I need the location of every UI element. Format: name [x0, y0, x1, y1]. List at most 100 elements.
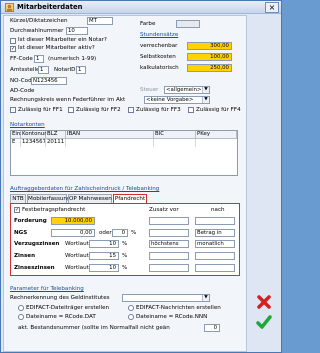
- ngs-zusatz-input[interactable]: [149, 229, 189, 237]
- kuerzel-input[interactable]: MT: [87, 17, 113, 25]
- window: Mitarbeiterdaten × Kürzel/Diktatzeichen …: [0, 0, 282, 353]
- col-header[interactable]: Kontonumm: [21, 131, 55, 139]
- zusatz-vor-input[interactable]: [149, 217, 189, 225]
- percent-label: %: [122, 241, 128, 247]
- forderung-label: Forderung: [14, 218, 47, 224]
- nach-label: nach: [211, 207, 225, 213]
- chevron-down-icon: ▼: [202, 87, 209, 93]
- oder-input[interactable]: 0: [112, 229, 128, 237]
- col-header[interactable]: BLZ: [46, 131, 66, 139]
- monatlich-input[interactable]: monatlich: [195, 240, 235, 248]
- zinsen-zusatz-input[interactable]: [149, 252, 189, 260]
- ffcode-label: FF-Code: [10, 56, 33, 62]
- pfand-check-label: Festbetragspfandrecht: [22, 207, 86, 213]
- aktiv-checkbox[interactable]: ✓: [10, 46, 16, 52]
- wortlaut-label: Wortlaut: [65, 241, 89, 247]
- bestand-label: akt. Bestandsnummer (sollte im Normalfal…: [18, 325, 170, 331]
- dateiname-nnn-radio[interactable]: [128, 314, 134, 320]
- edifact-erstellen-radio[interactable]: [18, 305, 24, 311]
- table-cell[interactable]: [154, 139, 196, 147]
- close-button[interactable]: ×: [265, 2, 279, 13]
- selbstkosten-input[interactable]: 100,00: [187, 53, 232, 61]
- betrag-in-input[interactable]: Betrag in: [195, 229, 235, 237]
- tab-mobilerfassung[interactable]: Mobilerfassung: [27, 194, 71, 203]
- nach-input[interactable]: [195, 217, 235, 225]
- table-cell[interactable]: 20111: [46, 139, 66, 147]
- verzugszinsen-label: Verzugszinsen: [14, 241, 60, 247]
- ffcode-input[interactable]: 1: [34, 55, 44, 63]
- zinseszinsen-label: Zinseszinsen: [14, 265, 55, 271]
- tab-ntb[interactable]: NTB: [10, 194, 26, 203]
- steuer-select[interactable]: <allgemein> ▼: [164, 86, 210, 94]
- ff4-checkbox[interactable]: [188, 107, 194, 113]
- forderung-input[interactable]: 10.000,00: [51, 217, 95, 225]
- ngs-input[interactable]: 0,00: [51, 229, 95, 237]
- wortlaut-label: Wortlaut: [65, 265, 89, 271]
- verrechenbar-label: verrechenbar: [140, 43, 178, 49]
- notarkonten-table[interactable]: Einz Kontonumm BLZ IBAN BIC PKey E 12345…: [10, 130, 238, 176]
- edifact-nachrichten-radio[interactable]: [128, 305, 134, 311]
- col-header[interactable]: PKey: [196, 131, 237, 139]
- ff2-checkbox[interactable]: [68, 107, 74, 113]
- kalkulatorisch-input[interactable]: 250,00: [187, 64, 232, 72]
- table-cell[interactable]: 1234567891: [21, 139, 46, 147]
- ff2-label: Zulässig für FF2: [76, 107, 121, 113]
- zinseszinsen-nach-input[interactable]: [195, 264, 235, 272]
- table-cell[interactable]: [196, 139, 237, 147]
- verzugszinsen-input[interactable]: 10: [89, 240, 119, 248]
- ok-checkmark-icon[interactable]: [256, 314, 272, 330]
- edifact-nachrichten-label: EDIFACT-Nachrichten erstellen: [136, 305, 221, 311]
- notarid-input[interactable]: 1: [76, 66, 86, 74]
- durchwahl-input[interactable]: 10: [66, 27, 88, 35]
- dateiname-dat-label: Dateiname = RCode.DAT: [26, 314, 96, 320]
- col-header[interactable]: Einz: [11, 131, 23, 139]
- selbstkosten-label: Selbstkosten: [140, 54, 176, 60]
- zinseszinsen-input[interactable]: 10: [89, 264, 119, 272]
- col-header[interactable]: IBAN: [66, 131, 154, 139]
- hoechstens-input[interactable]: höchstens: [149, 240, 189, 248]
- oder-label: oder: [99, 230, 112, 236]
- kuerzel-label: Kürzel/Diktatzeichen: [10, 18, 68, 24]
- rechnungskreis-label: Rechnungskreis wenn Federführer im Akt: [10, 97, 126, 103]
- zinseszinsen-zusatz-input[interactable]: [149, 264, 189, 272]
- action-bar: [248, 15, 281, 352]
- pfand-checkbox[interactable]: ✓: [14, 207, 20, 213]
- col-header[interactable]: BIC: [154, 131, 196, 139]
- zinsen-label: Zinsen: [14, 253, 36, 259]
- nocode-input[interactable]: N123456: [31, 77, 67, 85]
- ff3-checkbox[interactable]: [128, 107, 134, 113]
- notar-check-label: Ist dieser Mitarbeiter ein Notar?: [18, 37, 107, 43]
- zusatz-label: Zusatz vor: [149, 207, 179, 213]
- bestand-input[interactable]: 0: [204, 324, 220, 332]
- durchwahl-label: Durchwahlnummer: [10, 28, 64, 34]
- zinsen-nach-input[interactable]: [195, 252, 235, 260]
- percent-label: %: [131, 230, 137, 236]
- ffcode-hint: (numerisch 1-99): [48, 56, 97, 62]
- chevron-down-icon: ▼: [202, 97, 209, 103]
- notar-checkbox[interactable]: [10, 38, 16, 44]
- dateiname-nnn-label: Dateiname = RCode.NNN: [136, 314, 208, 320]
- stundensaetze-label: Stundensätze: [140, 32, 179, 38]
- dateiname-dat-radio[interactable]: [18, 314, 24, 320]
- form-area: Kürzel/Diktatzeichen MT Durchwahlnummer …: [3, 15, 247, 352]
- tab-op-mahnwesen[interactable]: OP Mahnwesen: [68, 194, 112, 203]
- telebanking-section-label: Parameter für Telebanking: [10, 286, 84, 292]
- ngs-label: NGS: [14, 230, 28, 236]
- notarid-label: NotarID: [54, 67, 76, 73]
- app-icon: [5, 3, 14, 12]
- tab-pfandrecht[interactable]: Pfandrecht: [113, 194, 147, 203]
- farbe-input[interactable]: [176, 20, 200, 28]
- amtsstelle-input[interactable]: 1: [38, 66, 49, 74]
- rechnung-select[interactable]: ▼: [122, 294, 210, 302]
- auftrag-section-label: Auftraggeberdaten für Zahlscheindruck / …: [10, 186, 160, 192]
- verrechenbar-input[interactable]: 300,00: [187, 42, 232, 50]
- cancel-x-icon[interactable]: [256, 294, 272, 310]
- percent-label: %: [122, 265, 128, 271]
- ff3-label: Zulässig für FF3: [136, 107, 181, 113]
- table-cell[interactable]: E: [11, 139, 21, 147]
- table-cell[interactable]: [66, 139, 154, 147]
- rechnungskreis-select[interactable]: <keine Vorgabe> ▼: [144, 96, 210, 104]
- ff1-checkbox[interactable]: [10, 107, 16, 113]
- chevron-down-icon: ▼: [202, 295, 209, 301]
- zinsen-input[interactable]: 15: [89, 252, 119, 260]
